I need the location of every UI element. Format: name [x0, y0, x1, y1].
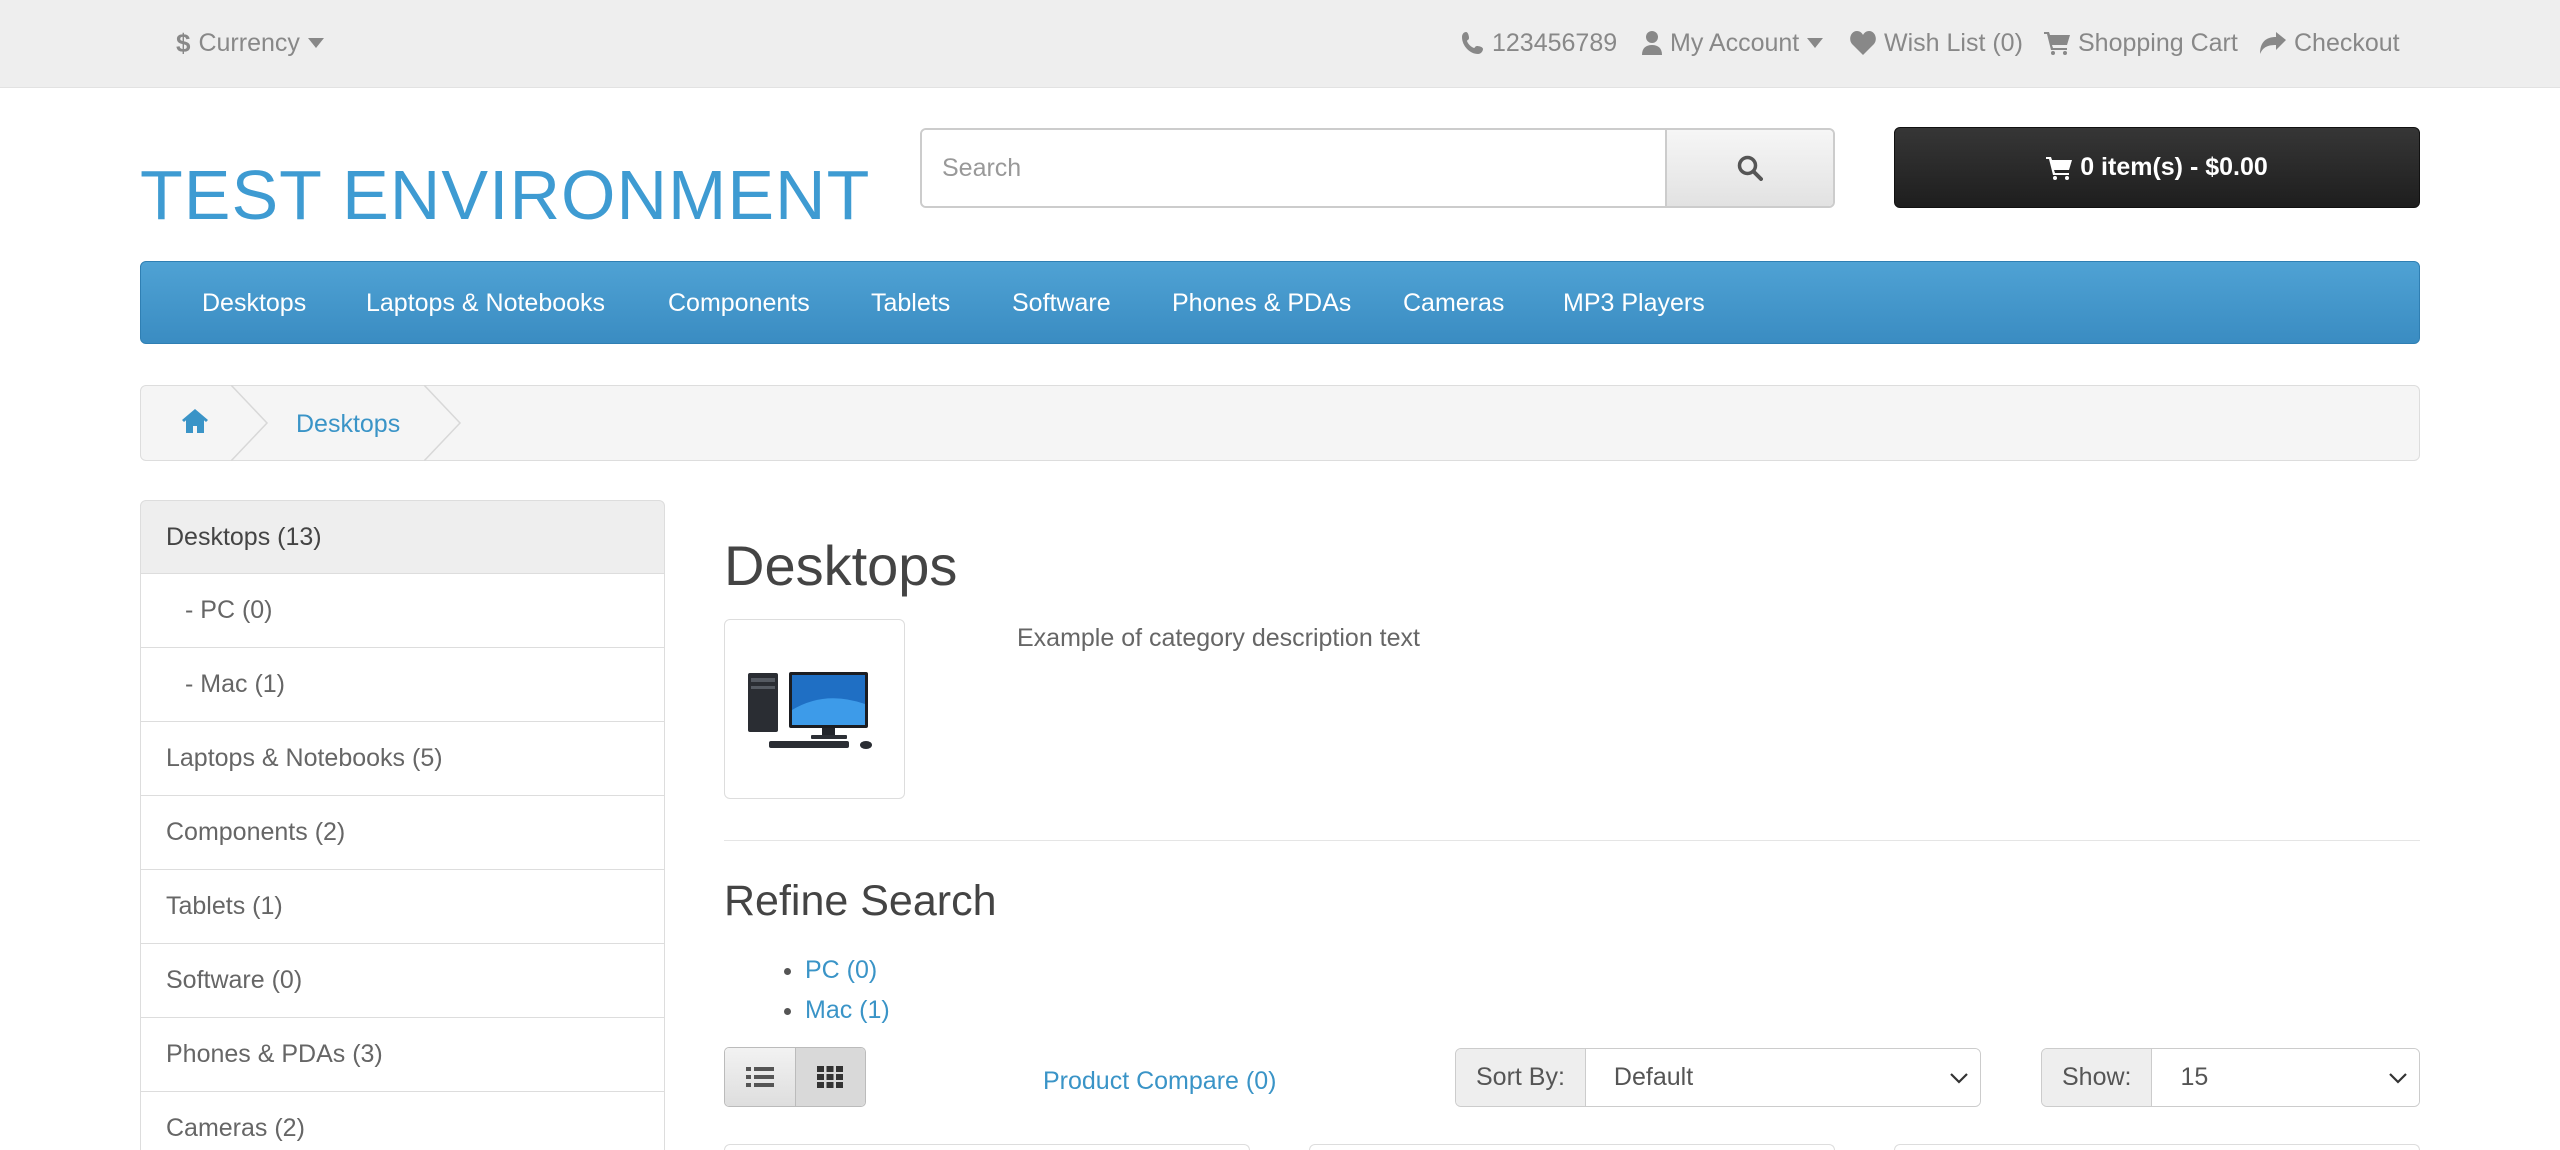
search-input[interactable]: [922, 130, 1665, 206]
sidebar-item-components[interactable]: Components (2): [140, 796, 665, 870]
share-icon: [2260, 32, 2286, 54]
list-icon: [745, 1067, 774, 1087]
breadcrumb: Desktops: [140, 385, 2420, 461]
my-account-dropdown[interactable]: My Account: [1642, 26, 1824, 60]
sort-by-value: Default: [1613, 1063, 1694, 1091]
product-compare-link[interactable]: Product Compare (0): [1043, 1067, 1276, 1096]
checkout-label: Checkout: [2294, 28, 2400, 57]
heart-icon: [1850, 31, 1876, 55]
view-toggle: [724, 1047, 866, 1107]
cart-icon: [2046, 156, 2073, 180]
top-bar: $ Currency 123456789 My Account Wish Lis…: [0, 0, 2560, 88]
menu-item-software[interactable]: Software: [1012, 262, 1111, 345]
chevron-down-icon: [1950, 1072, 1968, 1084]
my-account-label: My Account: [1670, 28, 1800, 57]
shopping-cart-link[interactable]: Shopping Cart: [2044, 26, 2238, 60]
sidebar-item-cameras[interactable]: Cameras (2): [140, 1092, 665, 1150]
show-value: 15: [2180, 1063, 2209, 1091]
refine-link-pc[interactable]: PC (0): [805, 950, 890, 990]
breadcrumb-home[interactable]: [181, 408, 209, 439]
menu-item-phones[interactable]: Phones & PDAs: [1172, 262, 1351, 345]
phone-icon: [1462, 32, 1483, 54]
dollar-icon: $: [176, 27, 191, 58]
menu-item-mp3-players[interactable]: MP3 Players: [1563, 262, 1705, 345]
cart-button[interactable]: 0 item(s) - $0.00: [1894, 127, 2420, 208]
breadcrumb-separator: [424, 385, 462, 461]
currency-label: Currency: [198, 28, 300, 57]
menu-item-tablets[interactable]: Tablets: [871, 262, 950, 345]
checkout-link[interactable]: Checkout: [2260, 26, 2400, 60]
category-description: Example of category description text: [1017, 624, 1420, 652]
menu-item-laptops[interactable]: Laptops & Notebooks: [366, 262, 605, 345]
menu-item-components[interactable]: Components: [668, 262, 810, 345]
menu-item-cameras[interactable]: Cameras: [1403, 262, 1504, 345]
search-icon: [1737, 155, 1763, 181]
menu-item-desktops[interactable]: Desktops: [202, 262, 306, 345]
chevron-down-icon: [2389, 1072, 2407, 1084]
refine-search-title: Refine Search: [724, 877, 997, 925]
show-label: Show:: [2042, 1049, 2153, 1106]
refine-link-mac[interactable]: Mac (1): [805, 990, 890, 1030]
show-select[interactable]: 15: [2152, 1049, 2419, 1106]
sidebar-item-desktops[interactable]: Desktops (13): [140, 500, 665, 574]
sidebar-item-phones[interactable]: Phones & PDAs (3): [140, 1018, 665, 1092]
breadcrumb-separator: [231, 385, 269, 461]
wishlist-link[interactable]: Wish List (0): [1850, 26, 2023, 60]
desktop-computer-image: [748, 672, 872, 749]
sidebar-item-software[interactable]: Software (0): [140, 944, 665, 1018]
search-bar: [920, 128, 1835, 208]
sidebar-item-pc[interactable]: - PC (0): [140, 574, 665, 648]
cart-total: 0 item(s) - $0.00: [2080, 153, 2268, 181]
currency-dropdown[interactable]: $ Currency: [176, 26, 324, 60]
page-title: Desktops: [724, 534, 958, 597]
store-logo[interactable]: TEST ENVIRONMENT: [140, 160, 870, 230]
caret-down-icon: [1807, 38, 1824, 48]
phone-number: 123456789: [1492, 28, 1618, 57]
sidebar-item-laptops[interactable]: Laptops & Notebooks (5): [140, 722, 665, 796]
shopping-cart-label: Shopping Cart: [2078, 28, 2238, 57]
sort-by-label: Sort By:: [1456, 1049, 1586, 1106]
sort-by-select[interactable]: Default: [1585, 1049, 1980, 1106]
user-icon: [1642, 31, 1662, 55]
cart-icon: [2044, 32, 2070, 55]
refine-search-list: PC (0) Mac (1): [805, 950, 890, 1030]
sidebar-item-tablets[interactable]: Tablets (1): [140, 870, 665, 944]
category-image: [724, 619, 905, 799]
product-card: [1894, 1144, 2420, 1150]
caret-down-icon: [307, 38, 324, 48]
grid-icon: [817, 1066, 844, 1088]
divider: [724, 840, 2420, 841]
phone-link[interactable]: 123456789: [1462, 26, 1617, 60]
category-sidebar: Desktops (13) - PC (0) - Mac (1) Laptops…: [140, 500, 665, 1150]
breadcrumb-desktops[interactable]: Desktops: [296, 410, 400, 439]
sort-by-group: Sort By: Default: [1455, 1048, 1981, 1107]
sidebar-item-mac[interactable]: - Mac (1): [140, 648, 665, 722]
grid-view-button[interactable]: [794, 1048, 865, 1106]
show-group: Show: 15: [2041, 1048, 2420, 1107]
product-card: [1309, 1144, 1835, 1150]
home-icon: [182, 409, 208, 433]
wishlist-label: Wish List (0): [1884, 28, 2023, 57]
product-card: [724, 1144, 1250, 1150]
search-button[interactable]: [1665, 130, 1833, 206]
main-menu: Desktops Laptops & Notebooks Components …: [140, 261, 2420, 344]
list-view-button[interactable]: [725, 1048, 795, 1106]
